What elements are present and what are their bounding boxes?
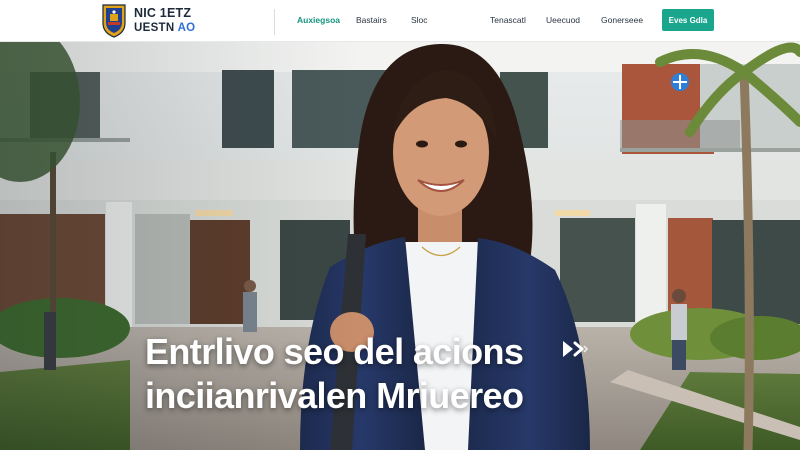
- header-divider: [274, 9, 275, 35]
- arrow-right-icon[interactable]: [560, 338, 592, 360]
- apply-now-button[interactable]: Eves Gdla: [662, 9, 714, 31]
- nav-link-student-life[interactable]: Ueecuod: [546, 15, 580, 25]
- brand-subtitle: UESTN AO: [134, 21, 196, 35]
- nav-link-research[interactable]: Tenascatl: [490, 15, 526, 25]
- university-crest-icon[interactable]: [101, 3, 127, 39]
- brand-subtitle-main: UESTN: [134, 21, 175, 34]
- nav-link-academics[interactable]: Bastairs: [356, 15, 387, 25]
- nav-link-campus[interactable]: Sloc: [411, 15, 428, 25]
- nav-link-admissions[interactable]: Auxiegsoa: [297, 15, 340, 25]
- brand-subtitle-accent: AO: [177, 21, 196, 34]
- hero-headline-line2: inciianrivalen Mriuereo: [145, 375, 524, 416]
- hero-banner: Entrlivo seo del acions inciianrivalen M…: [0, 42, 800, 450]
- brand-wordmark[interactable]: NIC 1ETZ UESTN AO: [134, 7, 195, 34]
- brand-name: NIC 1ETZ: [134, 6, 192, 20]
- site-header: NIC 1ETZ UESTN AO Auxiegsoa Bastairs Slo…: [0, 0, 800, 42]
- nav-link-about[interactable]: Gonerseee: [601, 15, 643, 25]
